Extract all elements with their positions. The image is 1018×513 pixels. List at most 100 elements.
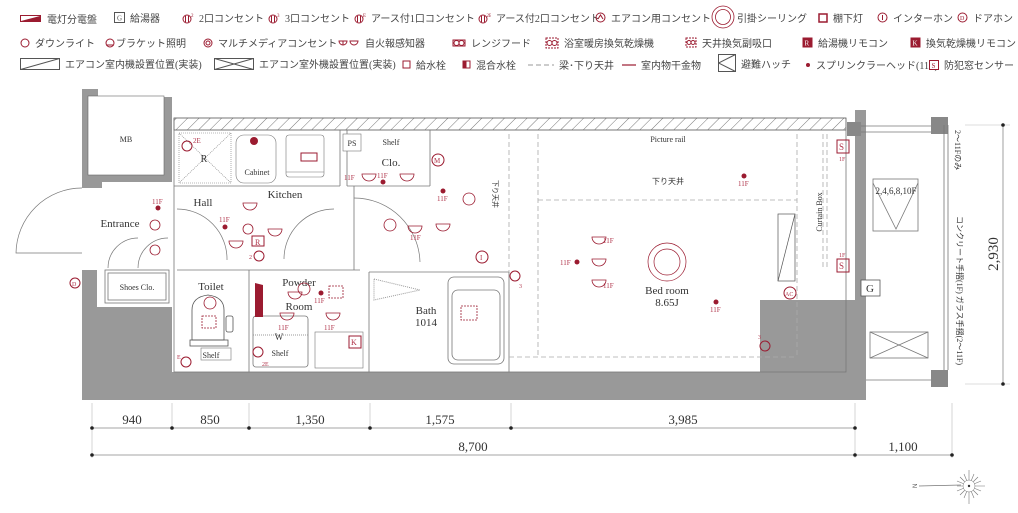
- mixing-faucet-mark: [250, 137, 258, 145]
- laundry-pole-icon: [622, 63, 636, 66]
- dimension-depth: 2,930: [986, 237, 1002, 271]
- legend-item-ac-indoor: エアコン室内機設置位置(実装): [20, 56, 202, 71]
- equipment-marks: 2E D M I K R AC S 1F S 1F 3 3 E 2E 2: [69, 137, 850, 368]
- svg-text:1F: 1F: [839, 157, 846, 163]
- outlet-e-mark: [180, 356, 192, 368]
- washer-shelf-label: Shelf: [272, 349, 289, 358]
- dimension-3985: 3,985: [668, 412, 697, 427]
- svg-text:D: D: [72, 282, 77, 288]
- svg-text:2: 2: [191, 14, 194, 19]
- distribution-board-mark: [255, 283, 263, 317]
- cabinet-label: Cabinet: [245, 168, 271, 177]
- svg-text:I: I: [480, 254, 483, 262]
- bracket-light-icon: [105, 38, 115, 47]
- dimension-1575: 1,575: [425, 412, 454, 427]
- dimension-balcony: 1,100: [888, 439, 917, 454]
- legend-item-under-shelf-light: 棚下灯: [818, 10, 863, 25]
- svg-text:S: S: [839, 142, 844, 152]
- ceiling-hook-icon: [711, 5, 735, 29]
- bedroom-label: Bed room: [645, 285, 689, 297]
- curtain-box-label: Curtain Box: [815, 192, 824, 231]
- legend-item-water-faucet: 給水栓: [402, 57, 446, 72]
- escape-hatch-icon: [718, 54, 736, 72]
- ac-outdoor-unit-icon: [214, 57, 254, 70]
- svg-text:1F: 1F: [839, 253, 846, 259]
- closet-shelf-label: Shelf: [383, 138, 400, 147]
- water-heater-icon: G: [114, 12, 125, 23]
- legend-item-ac-outlet: エアコン用コンセント: [595, 10, 711, 25]
- exterior-wall-hatched: [173, 117, 847, 131]
- downlight-icon: [20, 38, 30, 47]
- dimension-850: 850: [200, 412, 220, 427]
- outlet-3-mark: [509, 270, 521, 282]
- legend-item-sprinkler: スプリンクラーヘッド(11F): [805, 57, 938, 72]
- floor-plan: G 2,4,6,8,10F Cabinet R MB PS Shelf Clo.: [15, 89, 1010, 504]
- powder-room-label: Powder: [282, 277, 316, 289]
- svg-text:11F: 11F: [314, 297, 325, 305]
- svg-text:R: R: [805, 40, 810, 48]
- intercom-icon: [877, 12, 888, 23]
- multimedia-outlet-icon: [203, 38, 213, 47]
- legend-item-bath-dryer: 浴室暖房換気乾燥機: [545, 35, 654, 50]
- closet-label: Clo.: [382, 157, 401, 169]
- dimension-1350: 1,350: [295, 412, 324, 427]
- svg-text:K: K: [913, 40, 918, 48]
- sprinkler-icon: [806, 62, 810, 67]
- svg-text:11F: 11F: [377, 172, 388, 180]
- dimension-total: 8,700: [458, 439, 487, 454]
- svg-text:2: 2: [249, 255, 252, 261]
- mixing-faucet-icon: [462, 60, 471, 69]
- outlet-2-icon: 2: [182, 14, 194, 23]
- svg-text:11F: 11F: [603, 282, 614, 290]
- svg-text:D: D: [960, 16, 965, 22]
- bath-dryer-icon: [545, 37, 559, 48]
- legend-item-dryer-remote: K 換気乾燥機リモコン: [910, 35, 1016, 50]
- distribution-board-icon: [20, 15, 41, 22]
- svg-text:E: E: [363, 14, 366, 19]
- kitchen-label: Kitchen: [268, 189, 303, 201]
- outlet-3-icon: 3: [268, 14, 280, 23]
- range-hood-icon: [452, 39, 466, 46]
- legend-item-laundry-pole: 室内物干金物: [622, 57, 701, 72]
- dryer-remote-icon: K: [910, 37, 921, 48]
- outlet-earth-1-icon: E: [354, 14, 366, 23]
- fire-alarm-icon: [338, 40, 359, 45]
- door-phone-icon: D: [957, 12, 968, 23]
- svg-text:11F: 11F: [152, 198, 163, 206]
- svg-text:2E: 2E: [262, 362, 269, 368]
- mb-label: MB: [120, 135, 132, 144]
- legend-item-range-hood: レンジフード: [452, 35, 531, 50]
- water-heater-remote-icon: R: [802, 37, 813, 48]
- toilet-label: Toilet: [198, 281, 224, 293]
- range-hood-mark: [300, 152, 318, 162]
- legend-item-downlight: ダウンライト: [20, 35, 95, 50]
- interior-walls: [104, 129, 847, 373]
- svg-text:E: E: [177, 355, 181, 361]
- legend-item-fire-alarm: 自火報感知器: [338, 35, 425, 50]
- outlet-2e-mark: [181, 140, 193, 152]
- legend-item-ac-outdoor: エアコン室外機設置位置(実装): [214, 56, 396, 71]
- svg-text:2E: 2E: [487, 14, 492, 19]
- legend-item-water-heater-remote: R 給湯機リモコン: [802, 35, 888, 50]
- svg-text:11F: 11F: [324, 324, 335, 332]
- legend-item-distribution-board: 電灯分電盤: [20, 11, 97, 26]
- legend-item-outlet-earth-2: 2E アース付2口コンセント: [478, 10, 600, 25]
- toilet-fixture: [189, 294, 234, 347]
- legend-item-window-sensor: S 防犯窓センサー: [929, 57, 1014, 72]
- legend-item-escape-hatch: 避難ハッチ: [718, 54, 791, 72]
- picture-rail-label: Picture rail: [650, 135, 686, 144]
- svg-text:11F: 11F: [344, 174, 355, 182]
- svg-text:3: 3: [758, 335, 761, 341]
- svg-text:3: 3: [519, 284, 522, 290]
- svg-text:S: S: [932, 62, 936, 70]
- ceiling-vent-icon: [685, 37, 697, 48]
- powder-room-label-2: Room: [286, 301, 313, 313]
- outlet-2e-mark: [252, 346, 264, 358]
- refrigerator-label: R: [201, 154, 208, 165]
- svg-text:11F: 11F: [560, 259, 571, 267]
- legend-item-intercom: インターホン: [877, 10, 953, 25]
- legend-item-ceiling-hook: 引掛シーリング: [711, 5, 807, 29]
- bath-size-label: 1014: [415, 317, 438, 329]
- ceiling-hook: [647, 242, 687, 282]
- lowered-ceiling-label: 下り天井: [652, 176, 684, 186]
